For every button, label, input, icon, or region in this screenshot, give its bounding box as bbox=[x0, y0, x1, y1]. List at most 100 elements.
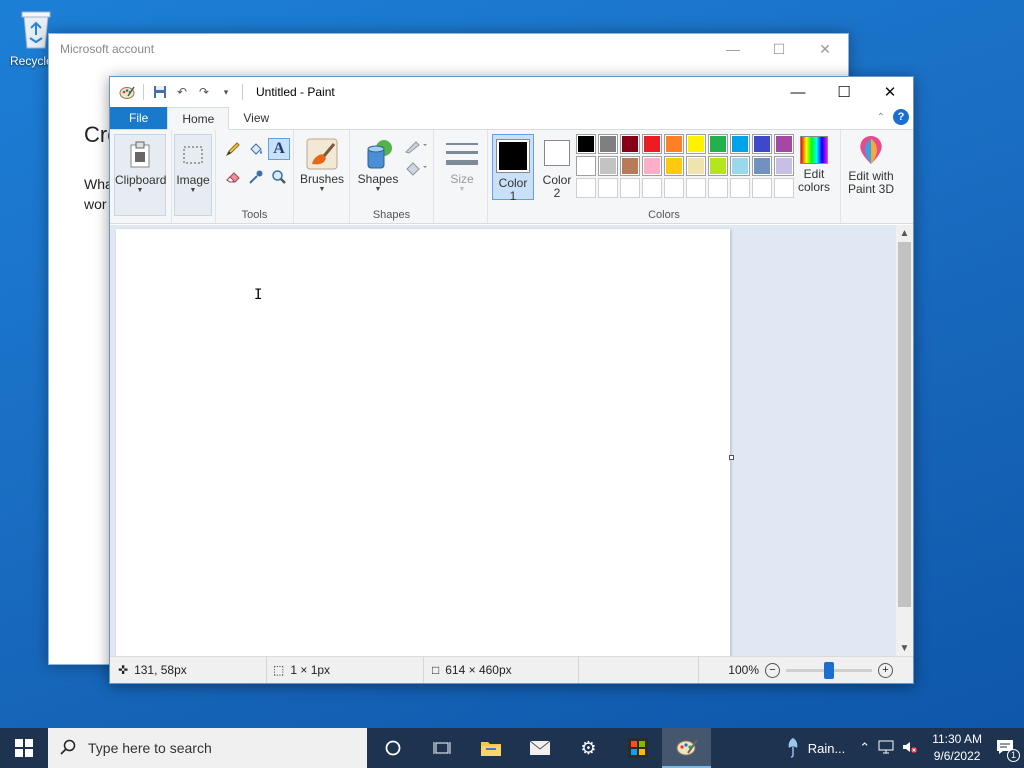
network-icon[interactable] bbox=[878, 740, 894, 757]
palette-custom-slot[interactable] bbox=[708, 178, 728, 198]
palette-swatch[interactable] bbox=[576, 156, 596, 176]
zoom-slider-knob[interactable] bbox=[824, 661, 834, 679]
qat-separator-2 bbox=[242, 84, 243, 100]
palette-swatch[interactable] bbox=[752, 134, 772, 154]
tab-home[interactable]: Home bbox=[167, 107, 230, 130]
paint-app-icon[interactable] bbox=[118, 83, 136, 101]
customize-qat-icon[interactable]: ▾ bbox=[217, 83, 235, 101]
palette-swatch[interactable] bbox=[774, 156, 794, 176]
paint-maximize-button[interactable]: ☐ bbox=[821, 77, 867, 107]
palette-custom-slot[interactable] bbox=[730, 178, 750, 198]
palette-custom-slot[interactable] bbox=[576, 178, 596, 198]
scrollbar-thumb[interactable] bbox=[898, 242, 911, 607]
volume-muted-icon[interactable] bbox=[902, 740, 918, 757]
color-picker-icon[interactable] bbox=[245, 166, 267, 188]
undo-icon[interactable]: ↶ bbox=[173, 83, 191, 101]
palette-swatch[interactable] bbox=[664, 156, 684, 176]
mail-icon[interactable] bbox=[515, 728, 564, 768]
vertical-scrollbar[interactable]: ▲ ▼ bbox=[896, 225, 913, 657]
palette-swatch[interactable] bbox=[642, 134, 662, 154]
text-icon[interactable]: A bbox=[268, 138, 290, 160]
palette-swatch[interactable] bbox=[752, 156, 772, 176]
paint-titlebar[interactable]: ↶ ↷ ▾ Untitled - Paint — ☐ ✕ bbox=[110, 77, 913, 107]
notification-center-icon[interactable]: 1 bbox=[996, 739, 1020, 762]
magnifier-icon[interactable] bbox=[268, 166, 290, 188]
color1-button[interactable]: Color 1 bbox=[492, 134, 534, 203]
palette-swatch[interactable] bbox=[686, 156, 706, 176]
eraser-icon[interactable] bbox=[222, 166, 244, 188]
cortana-icon[interactable] bbox=[368, 728, 417, 768]
microsoft-store-icon[interactable] bbox=[613, 728, 662, 768]
swatch-fill bbox=[666, 136, 682, 152]
pencil-icon[interactable] bbox=[222, 138, 244, 160]
fill-icon[interactable] bbox=[404, 160, 428, 179]
ms-close-button[interactable]: ✕ bbox=[802, 34, 848, 64]
redo-icon[interactable]: ↷ bbox=[195, 83, 213, 101]
paint-taskbar-icon[interactable] bbox=[662, 728, 711, 768]
paint-close-button[interactable]: ✕ bbox=[867, 77, 913, 107]
ms-minimize-button[interactable]: — bbox=[710, 34, 756, 64]
zoom-out-button[interactable]: − bbox=[765, 662, 780, 678]
size-button[interactable]: Size ▼ bbox=[436, 134, 488, 216]
edit-with-paint3d-button[interactable]: Edit with Paint 3D bbox=[843, 134, 899, 198]
palette-custom-slot[interactable] bbox=[664, 178, 684, 198]
tab-file[interactable]: File bbox=[110, 107, 168, 129]
show-hidden-icons-chevron-icon[interactable]: ⌃ bbox=[859, 740, 870, 756]
zoom-in-button[interactable]: + bbox=[878, 662, 893, 678]
shapes-button[interactable]: Shapes ▼ bbox=[352, 134, 404, 216]
weather-widget[interactable]: Rain... bbox=[786, 736, 845, 761]
palette-custom-slot[interactable] bbox=[774, 178, 794, 198]
ms-maximize-button[interactable]: ☐ bbox=[756, 34, 802, 64]
save-icon[interactable] bbox=[151, 83, 169, 101]
canvas-resize-handle-right[interactable] bbox=[729, 455, 734, 460]
paint-window[interactable]: ↶ ↷ ▾ Untitled - Paint — ☐ ✕ File Home V… bbox=[109, 76, 914, 684]
palette-custom-slot[interactable] bbox=[598, 178, 618, 198]
start-button[interactable] bbox=[0, 728, 48, 768]
scroll-up-icon[interactable]: ▲ bbox=[896, 225, 913, 242]
collapse-ribbon-icon[interactable]: ⌃ bbox=[877, 112, 885, 123]
paint-window-title: Untitled - Paint bbox=[256, 85, 335, 99]
clipboard-label: Clipboard bbox=[115, 173, 167, 187]
task-view-icon[interactable] bbox=[417, 728, 466, 768]
palette-swatch[interactable] bbox=[686, 134, 706, 154]
palette-custom-slot[interactable] bbox=[620, 178, 640, 198]
zoom-control: 100% − + bbox=[728, 661, 913, 679]
clock[interactable]: 11:30 AM 9/6/2022 bbox=[926, 731, 988, 765]
palette-swatch[interactable] bbox=[620, 156, 640, 176]
swatch-fill bbox=[578, 136, 594, 152]
palette-swatch[interactable] bbox=[664, 134, 684, 154]
palette-swatch[interactable] bbox=[708, 134, 728, 154]
swatch-fill bbox=[732, 136, 748, 152]
brushes-button[interactable]: Brushes ▼ bbox=[296, 134, 348, 216]
palette-swatch[interactable] bbox=[576, 134, 596, 154]
paint3d-icon bbox=[855, 134, 887, 166]
edit-colors-button[interactable]: Edit colors bbox=[794, 134, 834, 200]
paint-minimize-button[interactable]: — bbox=[775, 77, 821, 107]
palette-swatch[interactable] bbox=[708, 156, 728, 176]
file-explorer-icon[interactable] bbox=[466, 728, 515, 768]
color2-button[interactable]: Color 2 bbox=[536, 134, 578, 200]
palette-custom-slot[interactable] bbox=[686, 178, 706, 198]
outline-icon[interactable] bbox=[404, 138, 428, 157]
palette-swatch[interactable] bbox=[774, 134, 794, 154]
palette-swatch[interactable] bbox=[642, 156, 662, 176]
palette-swatch[interactable] bbox=[730, 156, 750, 176]
image-button[interactable]: Image ▼ bbox=[174, 134, 212, 216]
fill-bucket-icon[interactable] bbox=[245, 138, 267, 160]
settings-gear-icon[interactable]: ⚙ bbox=[564, 728, 613, 768]
canvas-workspace[interactable]: I ▲ ▼ bbox=[110, 225, 913, 657]
help-icon[interactable]: ? bbox=[893, 109, 909, 125]
clipboard-button[interactable]: Clipboard ▼ bbox=[114, 134, 166, 216]
zoom-slider[interactable] bbox=[786, 661, 872, 679]
scroll-down-icon[interactable]: ▼ bbox=[896, 640, 913, 657]
palette-custom-slot[interactable] bbox=[752, 178, 772, 198]
tab-view[interactable]: View bbox=[229, 107, 283, 129]
drawing-canvas[interactable]: I bbox=[116, 229, 730, 657]
taskbar-search-box[interactable]: Type here to search bbox=[48, 728, 367, 768]
palette-swatch[interactable] bbox=[730, 134, 750, 154]
palette-swatch[interactable] bbox=[620, 134, 640, 154]
palette-custom-slot[interactable] bbox=[642, 178, 662, 198]
swatch-fill bbox=[754, 136, 770, 152]
palette-swatch[interactable] bbox=[598, 134, 618, 154]
palette-swatch[interactable] bbox=[598, 156, 618, 176]
